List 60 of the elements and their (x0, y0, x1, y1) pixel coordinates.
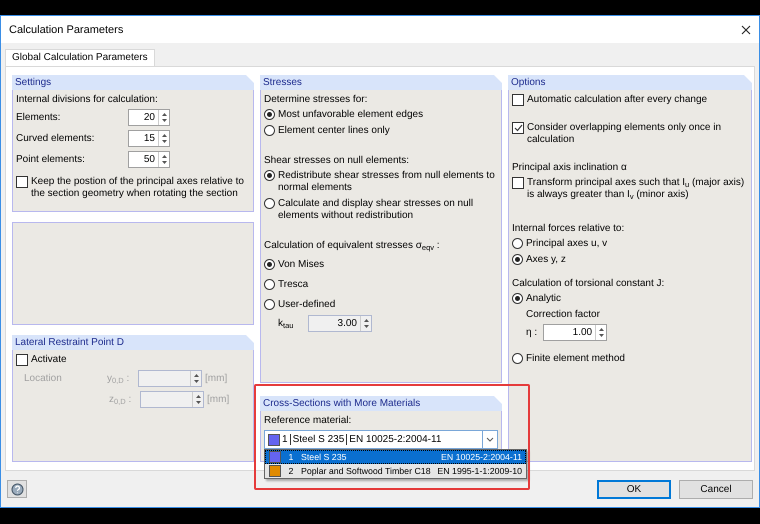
item-name: Steel S 235 (301, 452, 348, 462)
number-field[interactable]: 50 (128, 151, 170, 168)
field-label: Curved elements: (16, 133, 94, 144)
number-field[interactable]: 20 (128, 109, 170, 126)
field-label: Elements: (16, 112, 60, 123)
dialog-button[interactable]: Cancel (679, 480, 753, 498)
field-label: Correction factor (526, 309, 600, 320)
section-heading: Internal forces relative to: (512, 223, 624, 234)
checkbox-label: Keep the postion of the principal axes relative to the section geometry when rotating the section (31, 176, 245, 200)
checkbox-label: Transform principal axes such that I$_{u}$ (major axis) is always greater than I$_{v}$ (minor axis) (527, 177, 746, 201)
section-heading: Calculation of torsional constant J: (512, 278, 664, 289)
option-label: Analytic (526, 293, 562, 305)
item-standard: EN 10025-2:2004-11 (440, 452, 522, 462)
checkbox-label: Consider overlapping elements only once in calculation (527, 122, 722, 146)
section-heading: Calculation of equivalent stresses σ$_{eqv}$ : (264, 240, 440, 251)
number-field[interactable]: 1.00 (543, 324, 608, 341)
option-label: Element center lines only (278, 125, 390, 137)
unit-label: [mm] (205, 373, 228, 384)
option-label: Tresca (278, 279, 308, 291)
tab[interactable]: Global Calculation Parameters (5, 49, 155, 66)
option-label: Principal axes u, v (526, 238, 608, 250)
combo-text: 1 (282, 434, 291, 445)
window-title: Calculation Parameters (9, 24, 124, 36)
option-label: Calculate and display shear stresses on null elements without redistribution (278, 198, 474, 222)
field-label: η : (526, 327, 538, 338)
material-dropdown[interactable]: 1 Steel S 235 EN 10025-2:2004-11 (264, 430, 498, 449)
list-item[interactable]: 2 Poplar and Softwood Timber C18 EN 1995-1-1:2009-10 (265, 464, 526, 478)
field-label: Point elements: (16, 154, 85, 165)
group-header: Cross-Sections with More Materials (260, 396, 502, 411)
option-label: Redistribute shear stresses from null elements to normal elements (278, 170, 496, 194)
group-header: Stresses (260, 75, 502, 90)
section-heading: Principal axis inclination α (512, 162, 627, 173)
item-name: Poplar and Softwood Timber C18 (301, 466, 432, 476)
option-label: Axes y, z (526, 254, 566, 266)
checkbox-label: Activate (31, 354, 67, 366)
group-header: Settings (12, 75, 254, 90)
group-header: Options (508, 75, 752, 90)
dialog-button[interactable]: OK (597, 480, 671, 498)
section-heading: Shear stresses on null elements: (264, 155, 410, 166)
section-heading: Internal divisions for calculation: (16, 94, 158, 105)
field-label: y$_{0,D}$ : (107, 373, 130, 384)
group-header: Lateral Restraint Point D (12, 335, 254, 350)
item-number: 2 (288, 466, 294, 476)
option-label: Finite element method (526, 353, 625, 365)
option-label: User-defined (278, 299, 336, 311)
field-label: z$_{0,D}$ : (109, 394, 132, 405)
combo-text: EN 10025-2:2004-11 (349, 434, 442, 445)
option-label: Von Mises (278, 259, 324, 271)
list-item[interactable]: 1 Steel S 235 EN 10025-2:2004-11 (265, 450, 526, 464)
section-heading: Reference material: (264, 415, 352, 426)
unit-label: [mm] (207, 394, 230, 405)
field-label: k$_{tau}$ (278, 318, 294, 329)
combo-text: Steel S 235 (292, 434, 348, 445)
field-label: Location (24, 373, 63, 384)
item-standard: EN 1995-1-1:2009-10 (437, 466, 522, 476)
section-heading: Determine stresses for: (264, 94, 368, 105)
checkbox-label: Automatic calculation after every change (527, 94, 708, 106)
number-field[interactable]: 15 (128, 130, 170, 147)
option-label: Most unfavorable element edges (278, 109, 424, 121)
item-number: 1 (288, 452, 294, 462)
